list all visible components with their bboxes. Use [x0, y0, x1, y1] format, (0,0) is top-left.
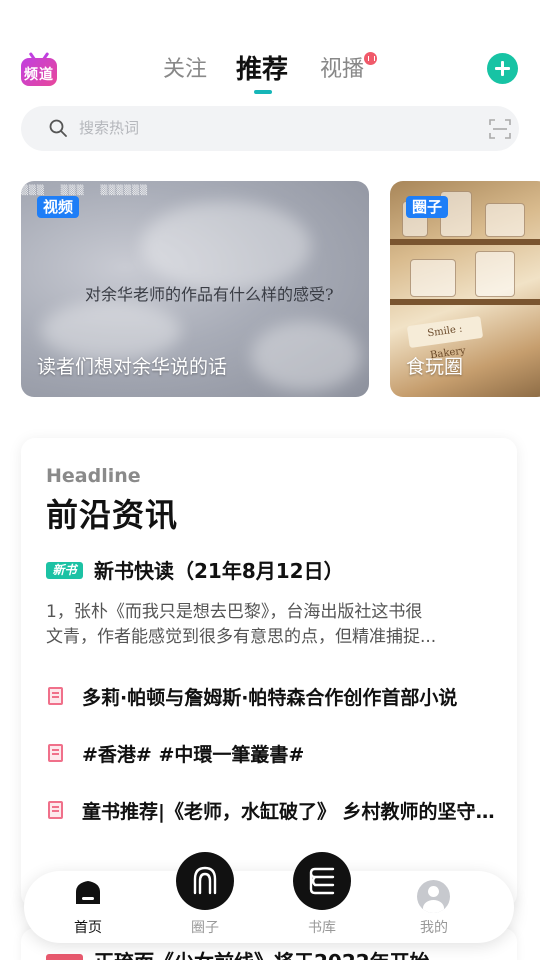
avatar-icon [417, 880, 450, 913]
video-caption: 读者们想对余华说的话 [37, 356, 228, 378]
nav-home[interactable]: 首页 [48, 871, 128, 943]
headline-title: 前沿资讯 [46, 496, 179, 534]
news-item[interactable]: #香港# #中環一筆叢書# [46, 740, 496, 770]
headline-card: Headline 前沿资讯 新书 新书快读（21年8月12日） 1，张朴《而我只… [21, 438, 517, 908]
lead-article-title[interactable]: 新书快读（21年8月12日） [94, 555, 344, 584]
search-icon [49, 119, 67, 137]
nav-home-label: 首页 [74, 920, 102, 936]
news-item-title: 多莉·帕顿与詹姆斯·帕特森合作创作首部小说 [82, 687, 458, 709]
bakery-sign: Smile : Bakery [406, 315, 484, 361]
circle-float-button[interactable] [176, 852, 234, 910]
circle-tag: 圈子 [406, 196, 449, 218]
cloud-decoration [141, 201, 311, 291]
search-input[interactable] [79, 114, 459, 142]
shelf-decoration [390, 299, 540, 305]
jar-decoration [485, 203, 525, 237]
tab-follow[interactable]: 关注 [163, 50, 207, 90]
video-tag: 视频 [37, 196, 80, 218]
summary-line: 文青，作者能感觉到很多有意思的点，但精准捕捉... [46, 627, 437, 647]
news-item[interactable]: 童书推荐|《老师，水缸破了》 乡村教师的坚守与担当 [46, 797, 496, 827]
top-tabs: 关注 推荐 视播 [0, 50, 540, 94]
shelf-decoration [390, 239, 540, 245]
next-news-title: 正琉而《少女前线》将于2022年开始 [94, 946, 430, 960]
search-bar[interactable] [21, 106, 519, 151]
scan-icon[interactable] [489, 118, 511, 140]
document-icon [48, 801, 63, 819]
basket-decoration [475, 251, 515, 297]
circle-caption: 食玩圈 [406, 356, 464, 378]
news-item-title: #香港# #中環一筆叢書# [82, 744, 305, 766]
tab-broadcast[interactable]: 视播 [320, 50, 364, 90]
next-news-badge [46, 954, 83, 960]
tab-recommend[interactable]: 推荐 [236, 50, 288, 90]
library-icon [309, 867, 335, 895]
partner-logos: ▒▒▒ ▒▒▒ ▒▒▒▒▒▒ [21, 186, 149, 196]
circle-card[interactable]: Smile : Bakery 圈子 食玩圈 [390, 181, 540, 397]
nav-circle-label: 圈子 [191, 920, 219, 936]
nav-mine-label: 我的 [420, 920, 448, 936]
headline-kicker: Headline [46, 465, 141, 487]
video-quote: 对余华老师的作品有什么样的感受? [85, 285, 334, 304]
new-book-badge: 新书 [46, 562, 83, 579]
home-icon [76, 881, 100, 904]
video-card[interactable]: ▒▒▒ ▒▒▒ ▒▒▒▒▒▒ 视频 对余华老师的作品有什么样的感受? 读者们想对余华… [21, 181, 369, 397]
nav-library-label: 书库 [308, 920, 336, 936]
document-icon [48, 687, 63, 705]
news-item-title: 童书推荐|《老师，水缸破了》 乡村教师的坚守与担当 [82, 801, 496, 823]
live-badge-icon [364, 52, 377, 65]
cloud-decoration [251, 321, 361, 391]
active-tab-indicator [254, 90, 272, 94]
library-float-button[interactable] [293, 852, 351, 910]
bottom-nav: 首页 圈子 书库 我的 [24, 871, 514, 943]
nav-mine[interactable]: 我的 [394, 871, 474, 943]
basket-decoration [410, 259, 456, 297]
document-icon [48, 744, 63, 762]
news-item[interactable]: 多莉·帕顿与詹姆斯·帕特森合作创作首部小说 [46, 683, 496, 713]
lead-article-summary[interactable]: 1，张朴《而我只是想去巴黎》，台海出版社这书很 文青，作者能感觉到很多有意思的点… [46, 600, 492, 650]
circle-icon [193, 866, 217, 895]
add-button[interactable] [487, 53, 518, 84]
summary-line: 1，张朴《而我只是想去巴黎》，台海出版社这书很 [46, 602, 423, 622]
